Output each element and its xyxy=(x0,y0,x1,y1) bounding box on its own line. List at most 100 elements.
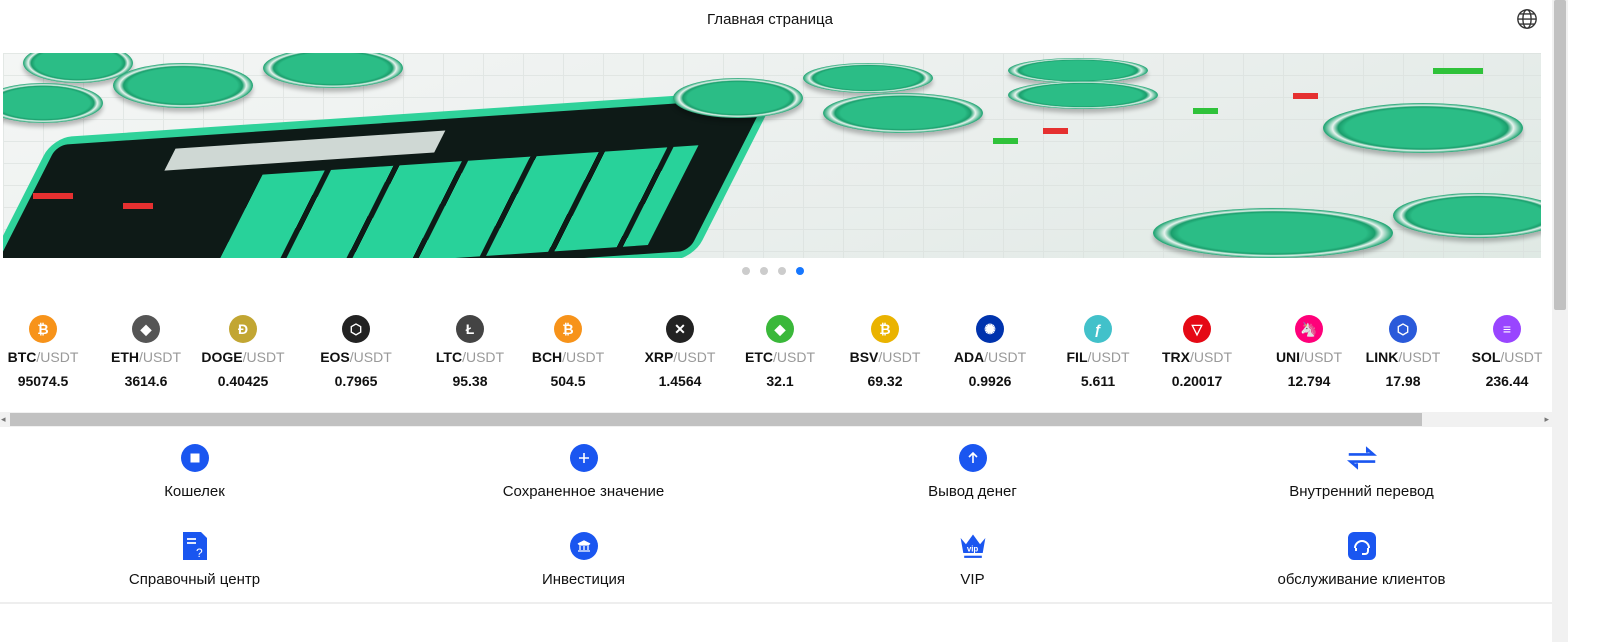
menu-item-8[interactable]: обслуживание клиентов xyxy=(1167,528,1556,588)
eos-icon: ⬡ xyxy=(342,315,370,343)
coin-pair: BTC/USDT xyxy=(7,349,79,365)
coin-item-ada[interactable]: ✺ ADA/USDT 0.9926 xyxy=(938,315,1042,389)
coin-pair: BCH/USDT xyxy=(531,349,605,365)
coin-price: 0.40425 xyxy=(217,373,269,389)
investment-bank-icon xyxy=(569,531,599,561)
trx-icon: ▽ xyxy=(1183,315,1211,343)
coin-price: 5.611 xyxy=(1080,373,1116,389)
bsv-icon: ₿ xyxy=(871,315,899,343)
help-document-icon: ? xyxy=(180,531,210,561)
carousel-dot[interactable] xyxy=(759,267,768,275)
menu-item-label: Кошелек xyxy=(164,483,225,500)
menu-item-label: Справочный центр xyxy=(128,571,261,588)
coin-item-link[interactable]: ⬡ LINK/USDT 17.98 xyxy=(1351,315,1455,389)
coin-item-eos[interactable]: ⬡ EOS/USDT 0.7965 xyxy=(304,315,408,389)
coin-pair: ADA/USDT xyxy=(953,349,1027,365)
carousel-dot[interactable] xyxy=(777,267,786,275)
menu-item-label: Внутренний перевод xyxy=(1289,483,1434,500)
coin-price: 0.9926 xyxy=(968,373,1012,389)
coin-pair: LTC/USDT xyxy=(435,349,505,365)
coin-price: 1.4564 xyxy=(658,373,702,389)
coin-price: 0.7965 xyxy=(334,373,378,389)
vertical-scrollbar[interactable] xyxy=(1552,0,1568,642)
menu-item-6[interactable]: Инвестиция xyxy=(389,528,778,588)
coin-item-trx[interactable]: ▽ TRX/USDT 0.20017 xyxy=(1145,315,1249,389)
doge-icon: Ð xyxy=(229,315,257,343)
coin-price: 236.44 xyxy=(1485,373,1529,389)
coin-item-etc[interactable]: ◆ ETC/USDT 32.1 xyxy=(728,315,832,389)
banner-carousel[interactable] xyxy=(3,53,1541,258)
scrollbar-thumb[interactable] xyxy=(1554,0,1566,310)
menu-item-7[interactable]: vip VIP xyxy=(778,528,1167,588)
etc-icon: ◆ xyxy=(766,315,794,343)
coin-item-bch[interactable]: ₿ BCH/USDT 504.5 xyxy=(516,315,620,389)
transfer-arrows-icon xyxy=(1346,443,1377,473)
coin-price: 95074.5 xyxy=(17,373,69,389)
coin-item-eth[interactable]: ◆ ETH/USDT 3614.6 xyxy=(94,315,198,389)
coin-price: 17.98 xyxy=(1385,373,1421,389)
menu-item-label: обслуживание клиентов xyxy=(1277,571,1446,588)
svg-text:vip: vip xyxy=(966,544,978,553)
coin-item-btc[interactable]: ₿ BTC/USDT 95074.5 xyxy=(0,315,95,389)
page-title: Главная страница xyxy=(707,11,833,28)
xrp-icon: ✕ xyxy=(666,315,694,343)
ltc-icon: Ł xyxy=(456,315,484,343)
menu-item-label: Вывод денег xyxy=(928,483,1017,500)
coin-item-bsv[interactable]: ₿ BSV/USDT 69.32 xyxy=(833,315,937,389)
coin-item-xrp[interactable]: ✕ XRP/USDT 1.4564 xyxy=(628,315,732,389)
menu-item-4[interactable]: Внутренний перевод xyxy=(1167,440,1556,500)
btc-icon: ₿ xyxy=(29,315,57,343)
coin-item-doge[interactable]: Ð DOGE/USDT 0.40425 xyxy=(191,315,295,389)
menu-item-5[interactable]: ? Справочный центр xyxy=(0,528,389,588)
coin-item-ltc[interactable]: Ł LTC/USDT 95.38 xyxy=(418,315,522,389)
menu-item-label: Инвестиция xyxy=(541,571,626,588)
divider xyxy=(0,602,1552,604)
coin-ticker-list: ₿ BTC/USDT 95074.5 ◆ ETH/USDT 3614.6 Ð DOG… xyxy=(0,315,1552,410)
menu-item-3[interactable]: Вывод денег xyxy=(778,440,1167,500)
horizontal-scrollbar[interactable]: ◂ ▸ xyxy=(0,412,1552,427)
scroll-right-icon[interactable]: ▸ xyxy=(1544,414,1549,425)
coin-pair: LINK/USDT xyxy=(1365,349,1441,365)
coin-price: 69.32 xyxy=(867,373,903,389)
coin-pair: ETH/USDT xyxy=(111,349,181,365)
bch-icon: ₿ xyxy=(554,315,582,343)
wallet-icon xyxy=(180,443,210,473)
scrollbar-thumb[interactable] xyxy=(10,413,1422,426)
coin-pair: ETC/USDT xyxy=(745,349,815,365)
link-icon: ⬡ xyxy=(1389,315,1417,343)
coin-price: 0.20017 xyxy=(1171,373,1223,389)
coin-item-uni[interactable]: 🦄 UNI/USDT 12.794 xyxy=(1257,315,1361,389)
coin-item-sol[interactable]: ≡ SOL/USDT 236.44 xyxy=(1455,315,1559,389)
scroll-left-icon[interactable]: ◂ xyxy=(1,414,6,425)
menu-item-label: VIP xyxy=(960,571,985,588)
coin-pair: SOL/USDT xyxy=(1471,349,1543,365)
coin-price: 32.1 xyxy=(766,373,794,389)
vip-crown-icon: vip xyxy=(958,531,988,561)
coin-item-fil[interactable]: ƒ FIL/USDT 5.611 xyxy=(1046,315,1150,389)
menu-item-1[interactable]: Кошелек xyxy=(0,440,389,500)
quick-menu: Кошелек Сохраненное значение Вывод денег Вн… xyxy=(0,440,1552,588)
coin-pair: EOS/USDT xyxy=(320,349,392,365)
carousel-dot[interactable] xyxy=(741,267,750,275)
coin-pair: FIL/USDT xyxy=(1066,349,1130,365)
ada-icon: ✺ xyxy=(976,315,1004,343)
coin-price: 95.38 xyxy=(452,373,488,389)
globe-icon[interactable] xyxy=(1516,8,1538,30)
coin-price: 3614.6 xyxy=(124,373,168,389)
sol-icon: ≡ xyxy=(1493,315,1521,343)
menu-item-label: Сохраненное значение xyxy=(502,483,665,500)
coin-pair: DOGE/USDT xyxy=(201,349,285,365)
coin-price: 504.5 xyxy=(550,373,586,389)
home-page: Главная страница ₿ BTC/USDT 95074.5 ◆ ETH… xyxy=(0,0,1552,642)
svg-text:?: ? xyxy=(196,546,203,560)
withdraw-arrow-up-icon xyxy=(958,443,988,473)
carousel-indicators xyxy=(0,267,1545,275)
menu-item-2[interactable]: Сохраненное значение xyxy=(389,440,778,500)
customer-service-headset-icon xyxy=(1347,531,1377,561)
carousel-dot[interactable] xyxy=(795,267,804,275)
uni-icon: 🦄 xyxy=(1295,315,1323,343)
coin-pair: TRX/USDT xyxy=(1162,349,1232,365)
deposit-plus-icon xyxy=(569,443,599,473)
fil-icon: ƒ xyxy=(1084,315,1112,343)
header: Главная страница xyxy=(0,0,1552,40)
